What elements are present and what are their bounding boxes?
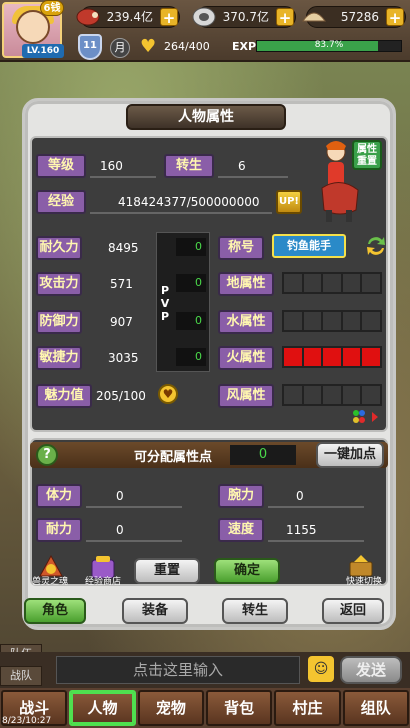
- alloc-value-strength: 0: [296, 489, 304, 503]
- meat-value: 239.4亿: [106, 10, 153, 24]
- stat-value-agility: 3035: [108, 351, 139, 365]
- divider: [86, 540, 182, 542]
- silver-value: 370.7亿: [222, 10, 269, 24]
- element-bar-water: [282, 310, 382, 332]
- divider: [90, 176, 156, 178]
- element-label-earth: 地属性: [218, 272, 274, 296]
- stat-label-durability: 耐久力: [36, 236, 82, 260]
- pvp-value-durability: 0: [176, 238, 206, 256]
- beast-soul-label: 兽灵之魂: [31, 577, 68, 587]
- divider: [268, 506, 364, 508]
- nav-team[interactable]: 组队: [342, 690, 409, 726]
- level-label: 等级: [36, 154, 86, 178]
- month-card-icon[interactable]: 月: [110, 38, 130, 58]
- charm-boost-icon[interactable]: ♥: [158, 384, 178, 404]
- switch-title-icon[interactable]: [364, 234, 388, 258]
- element-label-fire: 火属性: [218, 346, 274, 370]
- distribute-label: 可分配属性点: [134, 450, 213, 465]
- pvp-value-defense: 0: [176, 312, 206, 330]
- divider: [90, 212, 272, 214]
- reset-button[interactable]: 重置: [134, 558, 200, 584]
- add-meat-button[interactable]: +: [160, 8, 178, 27]
- exp-progress-bar: 83.7%: [256, 40, 402, 52]
- stat-label-agility: 敏捷力: [36, 346, 82, 370]
- exp-progress-text: 83.7%: [314, 40, 344, 50]
- stat-label-defense: 防御力: [36, 310, 82, 334]
- silver-icon: [192, 7, 216, 27]
- pvp-label: PVP: [160, 284, 170, 323]
- exp-value: 418424377/500000000: [118, 195, 260, 209]
- exp-label: EXP: [232, 40, 257, 53]
- silver-resource: 370.7亿 +: [192, 6, 296, 28]
- auto-assign-button[interactable]: 一键加点: [316, 442, 384, 468]
- tab-equipment[interactable]: 装备: [122, 598, 188, 624]
- element-palette-icon[interactable]: [350, 408, 382, 426]
- charm-label: 魅力值: [36, 384, 92, 408]
- quick-switch-label: 快速切换: [345, 577, 382, 587]
- emoji-icon[interactable]: ☺: [308, 656, 334, 682]
- alloc-label-stamina: 体力: [36, 484, 82, 508]
- title-value[interactable]: 钓鱼能手: [272, 234, 346, 258]
- bottom-navigation: 战斗 人物 宠物 背包 村庄 组队: [0, 688, 410, 728]
- vip-badge: 6钱: [40, 0, 64, 16]
- element-label-water: 水属性: [218, 310, 274, 334]
- element-bar-earth: [282, 272, 382, 294]
- pvp-value-attack: 0: [176, 274, 206, 292]
- rebirth-label: 转生: [164, 154, 214, 178]
- shell-icon: [302, 12, 326, 22]
- element-bar-fire: [282, 346, 382, 368]
- element-bar-wind: [282, 384, 382, 406]
- add-shell-button[interactable]: +: [386, 8, 404, 27]
- title-label: 称号: [218, 236, 264, 260]
- exp-label-row: 经验: [36, 190, 86, 214]
- heart-icon: ♥: [140, 36, 157, 57]
- nav-pets[interactable]: 宠物: [137, 690, 204, 726]
- divider: [268, 540, 364, 542]
- level-badge: LV.160: [22, 44, 64, 58]
- help-icon[interactable]: ?: [36, 444, 58, 466]
- exp-up-button[interactable]: UP!: [276, 190, 302, 214]
- alloc-label-speed: 速度: [218, 518, 264, 542]
- level-value: 160: [100, 159, 123, 173]
- send-button[interactable]: 发送: [340, 656, 402, 684]
- meat-resource: 239.4亿 +: [76, 6, 180, 28]
- shell-value: 57286: [340, 10, 379, 24]
- alloc-value-speed: 1155: [286, 523, 317, 537]
- pvp-value-agility: 0: [176, 348, 206, 366]
- alloc-value-endurance: 0: [116, 523, 124, 537]
- chat-input[interactable]: 点击这里输入: [56, 656, 300, 684]
- attribute-reset-button[interactable]: 属性 重置: [352, 140, 382, 170]
- nav-village[interactable]: 村庄: [274, 690, 341, 726]
- add-silver-button[interactable]: +: [276, 8, 294, 27]
- back-button[interactable]: 返回: [322, 598, 384, 624]
- stat-label-attack: 攻击力: [36, 272, 82, 296]
- panel-title: 人物属性: [126, 104, 286, 130]
- rebirth-value: 6: [238, 159, 246, 173]
- exp-shop-label: 经验商店: [84, 577, 121, 587]
- stat-value-defense: 907: [110, 315, 133, 329]
- divider: [218, 176, 288, 178]
- shell-resource: 57286 +: [302, 6, 406, 28]
- stamina-value: 264/400: [164, 40, 210, 53]
- rank-shield-icon[interactable]: 11: [78, 34, 102, 60]
- alloc-label-endurance: 耐力: [36, 518, 82, 542]
- distribute-value: 0: [230, 445, 296, 465]
- alloc-label-strength: 腕力: [218, 484, 264, 508]
- meat-icon: [76, 8, 100, 26]
- stat-value-attack: 571: [110, 277, 133, 291]
- divider: [86, 506, 182, 508]
- charm-value: 205/100: [96, 389, 146, 403]
- battle-team-button[interactable]: 战队: [0, 666, 42, 686]
- stat-value-durability: 8495: [108, 241, 139, 255]
- alloc-value-stamina: 0: [116, 489, 124, 503]
- tab-character[interactable]: 角色: [24, 598, 86, 624]
- nav-character[interactable]: 人物: [69, 690, 136, 726]
- nav-bag[interactable]: 背包: [205, 690, 273, 726]
- top-status-bar: 6钱 LV.160 239.4亿 + 370.7亿 + 57286 + 11 月…: [0, 0, 410, 62]
- clock: 8/23/10:27: [2, 716, 52, 726]
- tab-rebirth[interactable]: 转生: [222, 598, 288, 624]
- element-label-wind: 风属性: [218, 384, 274, 408]
- confirm-button[interactable]: 确定: [214, 558, 280, 584]
